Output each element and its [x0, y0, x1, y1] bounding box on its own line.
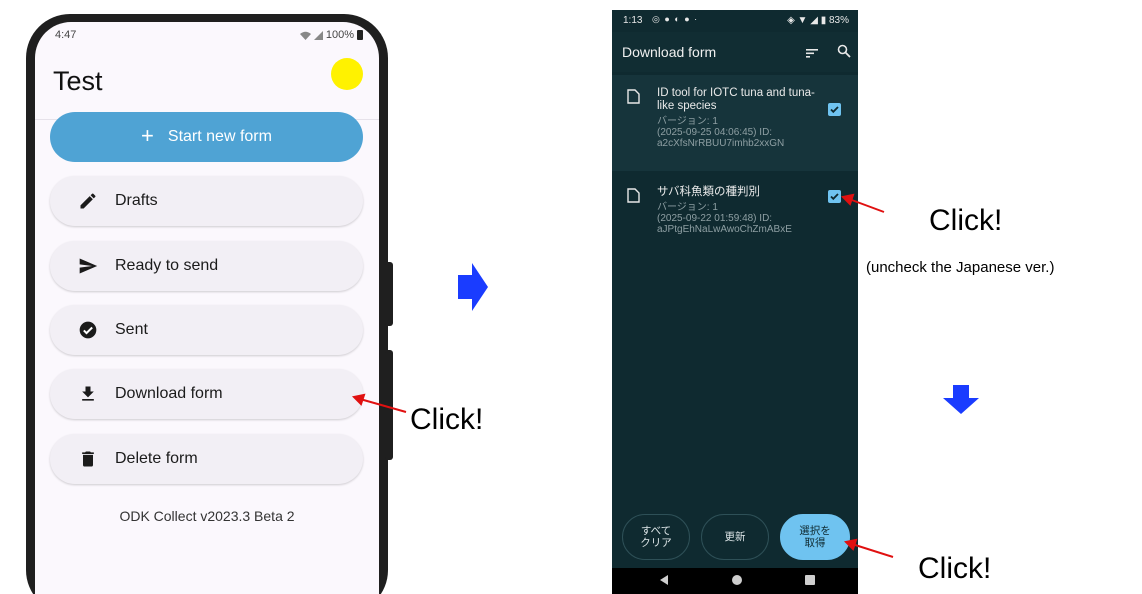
bottom-actions: すべて クリア 更新 選択を 取得	[612, 510, 858, 568]
start-new-form-label: Start new form	[167, 128, 272, 145]
form-meta: バージョン: 1 (2025-09-22 01:59:48) ID: aJPtg…	[657, 202, 817, 235]
trash-icon	[78, 449, 98, 469]
form-date: (2025-09-25 04:06:45) ID:	[657, 127, 773, 138]
page-title: Download form	[622, 44, 717, 60]
ready-to-send-label: Ready to send	[115, 257, 219, 274]
pencil-icon	[78, 191, 98, 211]
battery-percent: 100%	[325, 29, 354, 41]
app-bar: Download form	[612, 32, 858, 72]
form-version: バージョン: 1	[657, 116, 718, 127]
document-icon	[627, 89, 640, 104]
form-meta: バージョン: 1 (2025-09-25 04:06:45) ID: a2cXf…	[657, 116, 817, 149]
download-form-label: Download form	[115, 385, 223, 402]
home-icon[interactable]	[732, 575, 742, 585]
status-right: 100%	[299, 29, 363, 41]
form-list-item[interactable]: ID tool for IOTC tuna and tuna-like spec…	[612, 75, 858, 171]
form-text: ID tool for IOTC tuna and tuna-like spec…	[657, 87, 817, 149]
form-version: バージョン: 1	[657, 202, 718, 213]
plus-icon: +	[141, 123, 154, 148]
click-label-download: Click!	[410, 403, 484, 436]
form-title: ID tool for IOTC tuna and tuna-like spec…	[657, 87, 815, 112]
document-icon	[627, 188, 640, 203]
form-checkbox[interactable]	[828, 103, 841, 116]
battery-percent: 83%	[828, 15, 849, 26]
click-label-checkbox: Click!	[929, 204, 1003, 237]
wifi-icon	[299, 31, 311, 40]
form-title: サバ科魚類の種判別	[657, 186, 761, 198]
search-icon[interactable]	[837, 44, 851, 58]
avatar[interactable]	[331, 58, 363, 90]
clear-all-button[interactable]: すべて クリア	[622, 514, 690, 560]
phone-power-button	[385, 350, 393, 460]
status-bar: 1:13 ◎ ● ◐ ● · ◈ ▼ ◢ ▮ 83%	[612, 10, 858, 32]
delete-form-button[interactable]: Delete form	[50, 434, 363, 484]
check-icon	[830, 106, 839, 114]
status-time: 4:47	[55, 29, 77, 41]
system-nav-bar	[612, 568, 858, 594]
form-list-item[interactable]: サバ科魚類の種判別 バージョン: 1 (2025-09-22 01:59:48)…	[612, 174, 858, 244]
form-checkbox[interactable]	[828, 190, 841, 203]
app-bar: Test	[35, 50, 379, 120]
get-selected-button[interactable]: 選択を 取得	[780, 514, 850, 560]
refresh-label: 更新	[724, 531, 746, 543]
clear-all-label: すべて クリア	[640, 525, 672, 549]
left-phone-screen: 4:47 100% Test + Start new form Drafts R…	[35, 22, 379, 594]
signal-icon: ◈ ▼ ◢ ▮	[787, 15, 827, 26]
get-selected-label: 選択を 取得	[799, 525, 831, 549]
drafts-button[interactable]: Drafts	[50, 176, 363, 226]
uncheck-note: (uncheck the Japanese ver.)	[866, 259, 1055, 276]
check-circle-icon	[78, 320, 98, 340]
send-icon	[78, 256, 98, 276]
back-icon[interactable]	[660, 575, 668, 585]
recents-icon[interactable]	[805, 575, 815, 585]
form-date: (2025-09-22 01:59:48) ID:	[657, 213, 773, 224]
start-new-form-button[interactable]: + Start new form	[50, 112, 363, 162]
status-right: ◈ ▼ ◢ ▮ 83%	[787, 15, 849, 26]
form-id: a2cXfsNrRBUU7imhb2xxGN	[657, 138, 785, 149]
right-phone-screen: 1:13 ◎ ● ◐ ● · ◈ ▼ ◢ ▮ 83% Download form…	[612, 10, 858, 594]
delete-form-label: Delete form	[115, 450, 198, 467]
ready-to-send-button[interactable]: Ready to send	[50, 241, 363, 291]
form-id: aJPtgEhNaLwAwoChZmABxE	[657, 224, 792, 235]
download-form-button[interactable]: Download form	[50, 369, 363, 419]
app-title: Test	[53, 66, 103, 96]
phone-volume-button	[385, 262, 393, 326]
drafts-label: Drafts	[115, 192, 158, 209]
sent-button[interactable]: Sent	[50, 305, 363, 355]
refresh-button[interactable]: 更新	[701, 514, 769, 560]
download-icon	[78, 384, 98, 404]
signal-icon	[313, 30, 323, 40]
check-icon	[830, 193, 839, 201]
status-bar: 4:47 100%	[35, 22, 379, 48]
sort-icon[interactable]	[805, 46, 819, 60]
form-text: サバ科魚類の種判別 バージョン: 1 (2025-09-22 01:59:48)…	[657, 186, 817, 235]
click-label-get-selected: Click!	[918, 552, 992, 585]
blue-right-arrow	[458, 263, 488, 311]
blue-down-arrow	[943, 385, 979, 414]
notification-icons: ◎ ● ◐ ● ·	[652, 14, 699, 24]
status-time: 1:13	[623, 15, 643, 26]
version-text: ODK Collect v2023.3 Beta 2	[119, 508, 295, 524]
sent-label: Sent	[115, 321, 148, 338]
battery-icon	[357, 30, 363, 40]
